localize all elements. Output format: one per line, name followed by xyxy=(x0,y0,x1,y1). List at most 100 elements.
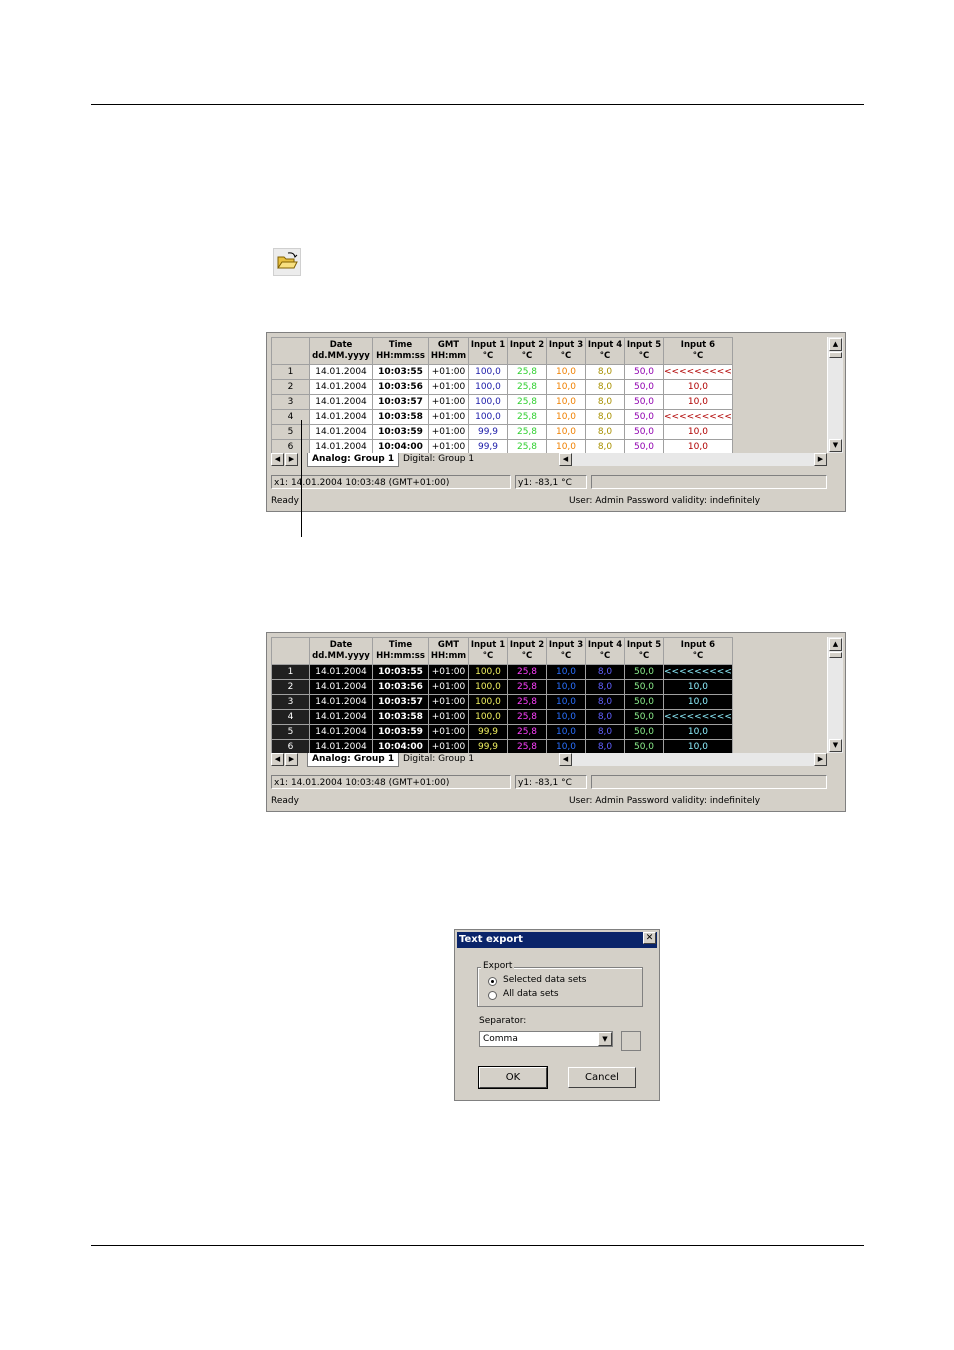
radio-selected-label[interactable]: Selected data sets xyxy=(503,975,586,985)
table-cell[interactable]: 8,0 xyxy=(585,364,625,380)
tab-next-icon[interactable]: ▶ xyxy=(285,753,298,766)
tab-analog-group[interactable]: Analog: Group 1 xyxy=(307,453,400,467)
table-row[interactable]: 2 14.01.2004 10:03:56 +01:00 100,0 25,8 10,0 8,… xyxy=(271,679,733,695)
table-cell[interactable]: 10,0 xyxy=(663,394,733,410)
table-cell[interactable]: +01:00 xyxy=(428,664,469,680)
table-cell[interactable]: 25,8 xyxy=(507,724,547,740)
row-number[interactable]: 3 xyxy=(271,694,310,710)
table-cell[interactable]: 14.01.2004 xyxy=(309,424,373,440)
table-cell[interactable]: 10,0 xyxy=(546,664,586,680)
cancel-button[interactable]: Cancel xyxy=(568,1067,636,1088)
column-header[interactable]: Input 1 °C xyxy=(468,637,508,665)
folder-open-icon[interactable] xyxy=(273,248,301,276)
table-cell[interactable]: +01:00 xyxy=(428,694,469,710)
corner-cell[interactable] xyxy=(271,337,310,365)
row-number[interactable]: 1 xyxy=(271,364,310,380)
scroll-up-icon[interactable]: ▲ xyxy=(829,638,842,651)
tab-prev-icon[interactable]: ◀ xyxy=(271,453,284,466)
column-header[interactable]: Input 5 °C xyxy=(624,337,664,365)
table-cell[interactable]: 25,8 xyxy=(507,679,547,695)
row-number[interactable]: 4 xyxy=(271,709,310,725)
horizontal-scrollbar[interactable]: ◀ ▶ xyxy=(559,453,827,466)
table-cell[interactable]: 10,0 xyxy=(663,694,733,710)
table-cell[interactable]: 10,0 xyxy=(546,724,586,740)
table-cell[interactable]: 8,0 xyxy=(585,409,625,425)
table-cell[interactable]: +01:00 xyxy=(428,394,469,410)
column-header[interactable]: Input 3 °C xyxy=(546,337,586,365)
table-cell[interactable]: 8,0 xyxy=(585,694,625,710)
column-header[interactable]: Input 2 °C xyxy=(507,337,547,365)
table-cell[interactable]: 10:03:58 xyxy=(372,409,429,425)
scroll-down-icon[interactable]: ▼ xyxy=(829,439,842,452)
table-cell[interactable]: +01:00 xyxy=(428,709,469,725)
table-cell[interactable]: 10,0 xyxy=(546,379,586,395)
table-cell[interactable]: 8,0 xyxy=(585,724,625,740)
column-header[interactable]: GMT HH:mm xyxy=(428,337,469,365)
table-cell[interactable]: 10,0 xyxy=(546,364,586,380)
table-row[interactable]: 2 14.01.2004 10:03:56 +01:00 100,0 25,8 10,0 8,… xyxy=(271,379,733,395)
table-cell[interactable]: 100,0 xyxy=(468,379,508,395)
table-cell[interactable]: 14.01.2004 xyxy=(309,664,373,680)
table-cell[interactable]: 8,0 xyxy=(585,709,625,725)
column-header[interactable]: Input 4 °C xyxy=(585,637,625,665)
row-number[interactable]: 5 xyxy=(271,724,310,740)
table-cell[interactable]: 50,0 xyxy=(624,409,664,425)
corner-cell[interactable] xyxy=(271,637,310,665)
table-cell[interactable]: 10,0 xyxy=(546,694,586,710)
row-number[interactable]: 2 xyxy=(271,379,310,395)
column-header[interactable]: Time HH:mm:ss xyxy=(372,637,429,665)
table-cell[interactable]: 14.01.2004 xyxy=(309,409,373,425)
tab-next-icon[interactable]: ▶ xyxy=(285,453,298,466)
table-cell[interactable]: 25,8 xyxy=(507,424,547,440)
table-cell[interactable]: 8,0 xyxy=(585,664,625,680)
column-header[interactable]: Input 5 °C xyxy=(624,637,664,665)
table-cell[interactable]: 25,8 xyxy=(507,664,547,680)
table-cell[interactable]: 25,8 xyxy=(507,364,547,380)
table-row[interactable]: 4 14.01.2004 10:03:58 +01:00 100,0 25,8 10,0 8,… xyxy=(271,709,733,725)
table-cell[interactable]: 100,0 xyxy=(468,709,508,725)
table-cell[interactable]: 100,0 xyxy=(468,694,508,710)
table-cell[interactable]: 100,0 xyxy=(468,394,508,410)
table-cell[interactable]: 10,0 xyxy=(663,379,733,395)
close-icon[interactable]: ✕ xyxy=(643,932,656,944)
table-row[interactable]: 1 14.01.2004 10:03:55 +01:00 100,0 25,8 10,0 8,… xyxy=(271,664,733,680)
table-cell[interactable]: 10:03:55 xyxy=(372,664,429,680)
table-cell[interactable]: 50,0 xyxy=(624,664,664,680)
column-header[interactable]: Input 6 °C xyxy=(663,637,733,665)
table-cell[interactable]: +01:00 xyxy=(428,724,469,740)
table-cell[interactable]: 10,0 xyxy=(546,424,586,440)
table-cell[interactable]: 10,0 xyxy=(546,394,586,410)
table-cell[interactable]: 10:03:58 xyxy=(372,709,429,725)
table-cell[interactable]: <<<<<<<<< xyxy=(663,364,733,380)
table-row[interactable]: 1 14.01.2004 10:03:55 +01:00 100,0 25,8 10,0 8,… xyxy=(271,364,733,380)
scroll-up-icon[interactable]: ▲ xyxy=(829,338,842,351)
table-cell[interactable]: 10,0 xyxy=(546,709,586,725)
table-cell[interactable]: <<<<<<<<< xyxy=(663,709,733,725)
tab-prev-icon[interactable]: ◀ xyxy=(271,753,284,766)
separator-select[interactable]: Comma ▼ xyxy=(479,1031,613,1047)
table-cell[interactable]: 14.01.2004 xyxy=(309,394,373,410)
table-cell[interactable]: 10,0 xyxy=(663,724,733,740)
radio-selected-data-sets[interactable] xyxy=(488,977,497,986)
scroll-left-icon[interactable]: ◀ xyxy=(559,453,572,466)
scroll-thumb[interactable] xyxy=(829,652,842,658)
scroll-thumb[interactable] xyxy=(829,352,842,358)
radio-all-data-sets[interactable] xyxy=(488,991,497,1000)
ok-button[interactable]: OK xyxy=(478,1066,548,1089)
table-cell[interactable]: 100,0 xyxy=(468,664,508,680)
radio-all-label[interactable]: All data sets xyxy=(503,989,559,999)
table-cell[interactable]: 10:03:57 xyxy=(372,394,429,410)
horizontal-scrollbar[interactable]: ◀ ▶ xyxy=(559,753,827,766)
table-cell[interactable]: 14.01.2004 xyxy=(309,679,373,695)
column-header[interactable]: Date dd.MM.yyyy xyxy=(309,637,373,665)
tab-analog-group[interactable]: Analog: Group 1 xyxy=(307,753,400,767)
table-cell[interactable]: 50,0 xyxy=(624,724,664,740)
table-cell[interactable]: 50,0 xyxy=(624,394,664,410)
table-cell[interactable]: 100,0 xyxy=(468,364,508,380)
table-cell[interactable]: 25,8 xyxy=(507,709,547,725)
table-cell[interactable]: 14.01.2004 xyxy=(309,724,373,740)
table-cell[interactable]: 50,0 xyxy=(624,694,664,710)
column-header[interactable]: Input 1 °C xyxy=(468,337,508,365)
table-cell[interactable]: 10:03:59 xyxy=(372,424,429,440)
table-cell[interactable]: 50,0 xyxy=(624,709,664,725)
